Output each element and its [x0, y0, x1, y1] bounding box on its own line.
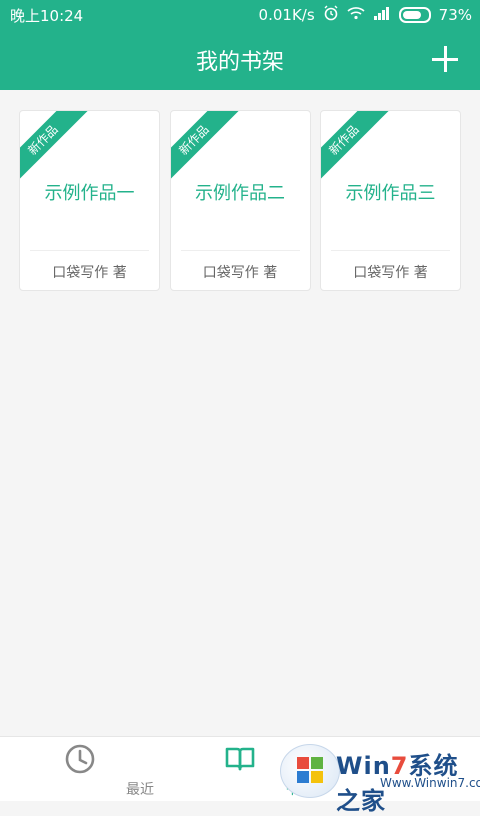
- watermark-url: Www.Winwin7.com: [380, 776, 480, 790]
- page-title: 我的书架: [195, 50, 284, 75]
- wifi-icon: [347, 6, 365, 24]
- status-bar: 晚上10:24 0.01K/s 73%: [0, 0, 480, 30]
- windows-logo-icon: [280, 744, 340, 798]
- bookshelf-grid: 新作品 示例作品一 口袋写作 著 新作品 示例作品二 口袋写作 著 新作品 示例…: [19, 110, 461, 291]
- book-title: 示例作品一: [44, 183, 135, 204]
- new-badge: 新作品: [170, 111, 241, 187]
- book-author: 口袋写作 著: [353, 265, 428, 281]
- battery-icon: [398, 7, 431, 23]
- battery-percent: 73%: [438, 6, 472, 24]
- clock-icon: [64, 743, 96, 775]
- book-card[interactable]: 新作品 示例作品三 口袋写作 著: [320, 110, 461, 291]
- card-divider: [180, 250, 300, 251]
- watermark: Win7系统之家 Www.Winwin7.com: [280, 738, 480, 815]
- status-right: 0.01K/s 73%: [259, 5, 472, 25]
- add-book-button[interactable]: [428, 42, 462, 76]
- network-speed: 0.01K/s: [258, 6, 315, 24]
- book-title: 示例作品三: [345, 183, 436, 204]
- signal-icon: [373, 6, 391, 24]
- book-card[interactable]: 新作品 示例作品二 口袋写作 著: [169, 110, 311, 291]
- book-icon: [224, 743, 256, 775]
- card-divider: [331, 250, 450, 251]
- new-badge: 新作品: [321, 111, 391, 187]
- top-app-bar: 晚上10:24 0.01K/s 73% 我的书架: [0, 0, 480, 90]
- card-divider: [30, 250, 149, 251]
- alarm-icon: [323, 5, 339, 25]
- book-title: 示例作品二: [195, 183, 285, 204]
- status-time: 晚上10:24: [10, 7, 84, 25]
- book-author: 口袋写作 著: [202, 265, 278, 281]
- book-card[interactable]: 新作品 示例作品一 口袋写作 著: [19, 110, 160, 291]
- book-author: 口袋写作 著: [52, 265, 127, 281]
- new-badge: 新作品: [20, 111, 90, 187]
- tab-recent[interactable]: 最近: [20, 737, 154, 801]
